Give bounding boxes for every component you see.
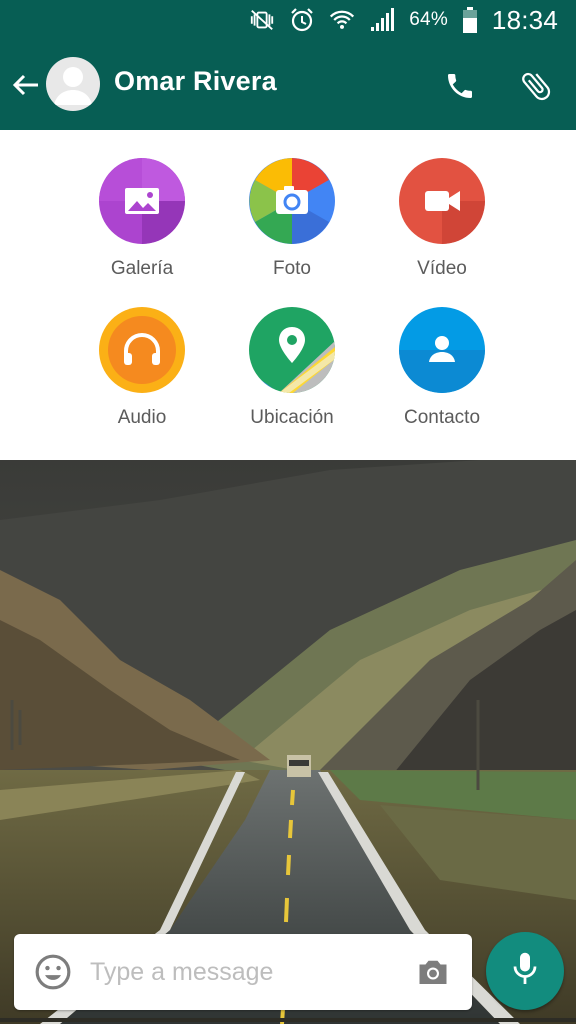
attachment-menu: Galería Foto Vídeo Audio Ubicación Conta… xyxy=(0,130,576,460)
battery-icon xyxy=(462,7,478,33)
mic-button[interactable] xyxy=(486,932,564,1010)
phone-icon[interactable] xyxy=(442,68,478,104)
headphones-icon[interactable] xyxy=(99,307,185,393)
mic-icon xyxy=(510,950,540,993)
alarm-icon xyxy=(289,7,315,33)
attach-gallery[interactable]: Galería xyxy=(67,158,217,280)
signal-icon xyxy=(369,7,395,33)
attach-gallery-label: Galería xyxy=(110,258,174,279)
battery-percent: 64% xyxy=(409,9,448,30)
mute-vibrate-icon xyxy=(249,7,275,33)
wifi-icon xyxy=(329,7,355,33)
message-input[interactable]: Type a message xyxy=(90,958,273,987)
attach-video-label: Vídeo xyxy=(417,258,467,279)
message-composer: Type a message xyxy=(14,934,472,1010)
chat-header: Omar Rivera xyxy=(0,40,576,130)
paperclip-icon[interactable] xyxy=(516,66,556,106)
gallery-icon[interactable] xyxy=(99,158,185,244)
attach-photo[interactable]: Foto xyxy=(217,158,367,280)
attach-contact-label: Contacto xyxy=(403,407,481,428)
attach-audio-label: Audio xyxy=(117,407,167,428)
camera-icon[interactable] xyxy=(414,954,452,990)
location-pin-icon[interactable] xyxy=(249,307,335,393)
status-time: 18:34 xyxy=(491,4,558,35)
camera-icon[interactable] xyxy=(249,158,335,244)
attach-contact[interactable]: Contacto xyxy=(367,307,517,429)
contact-person-icon[interactable] xyxy=(399,307,485,393)
attach-photo-label: Foto xyxy=(272,258,312,279)
avatar[interactable] xyxy=(46,57,100,111)
attach-video[interactable]: Vídeo xyxy=(367,158,517,280)
back-arrow-icon[interactable] xyxy=(10,67,42,103)
status-bar: 64% 18:34 xyxy=(0,0,576,40)
attach-audio[interactable]: Audio xyxy=(67,307,217,429)
contact-name[interactable]: Omar Rivera xyxy=(114,66,277,97)
video-icon[interactable] xyxy=(399,158,485,244)
attach-location-label: Ubicación xyxy=(250,407,334,428)
emoji-icon[interactable] xyxy=(34,953,72,991)
attach-location[interactable]: Ubicación xyxy=(217,307,367,429)
